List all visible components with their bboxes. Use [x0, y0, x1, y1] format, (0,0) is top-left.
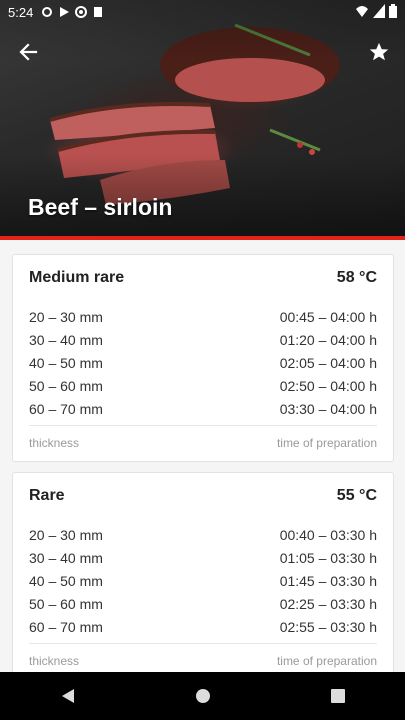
circle-home-icon: [195, 689, 210, 703]
thickness-value: 40 – 50 mm: [29, 355, 103, 371]
time-value: 02:55 – 03:30 h: [279, 619, 377, 635]
card-header: Medium rare 58 °C: [29, 269, 377, 287]
time-value: 01:20 – 04:00 h: [279, 332, 377, 348]
time-value: 02:25 – 03:30 h: [279, 596, 377, 612]
divider: [29, 425, 377, 426]
thickness-value: 30 – 40 mm: [29, 550, 103, 566]
thickness-value: 40 – 50 mm: [29, 573, 103, 589]
favorite-button[interactable]: [363, 36, 395, 68]
divider: [29, 643, 377, 644]
thickness-value: 50 – 60 mm: [29, 378, 103, 394]
battery-icon: [389, 4, 397, 18]
table-row: 60 – 70 mm 02:55 – 03:30 h: [29, 619, 377, 635]
preparation-list[interactable]: Medium rare 58 °C 20 – 30 mm 00:45 – 04:…: [0, 240, 405, 672]
time-label: time of preparation: [276, 436, 377, 450]
core-temperature: 58 °C: [336, 269, 377, 286]
thickness-value: 20 – 30 mm: [29, 309, 103, 325]
status-system-icons: [355, 4, 397, 18]
thickness-label: thickness: [29, 654, 80, 668]
thickness-label: thickness: [29, 436, 80, 450]
time-value: 00:40 – 03:30 h: [279, 527, 377, 543]
arrow-left-icon: [19, 43, 38, 61]
time-value: 01:05 – 03:30 h: [279, 550, 377, 566]
page-title: Beef – sirloin: [28, 194, 173, 220]
thickness-value: 60 – 70 mm: [29, 401, 103, 417]
card-footer: thickness time of preparation: [29, 436, 377, 450]
table-row: 60 – 70 mm 03:30 – 04:00 h: [29, 401, 377, 417]
time-value: 01:45 – 03:30 h: [279, 573, 377, 589]
table-row: 40 – 50 mm 02:05 – 04:00 h: [29, 355, 377, 371]
table-row: 30 – 40 mm 01:05 – 03:30 h: [29, 550, 377, 566]
status-bar: 5:24: [0, 0, 405, 24]
thickness-value: 60 – 70 mm: [29, 619, 103, 635]
nav-back-button[interactable]: [48, 676, 88, 716]
sd-card-icon: [94, 7, 103, 17]
table-row: 50 – 60 mm 02:50 – 04:00 h: [29, 378, 377, 394]
thickness-value: 30 – 40 mm: [29, 332, 103, 348]
table-row: 20 – 30 mm 00:45 – 04:00 h: [29, 309, 377, 325]
table-row: 30 – 40 mm 01:20 – 04:00 h: [29, 332, 377, 348]
doneness-card-rare: Rare 55 °C 20 – 30 mm 00:40 – 03:30 h 30…: [12, 472, 394, 672]
status-time: 5:24: [8, 4, 34, 20]
triangle-back-icon: [61, 689, 74, 703]
status-notification-icons: [41, 6, 104, 18]
time-label: time of preparation: [276, 654, 377, 668]
core-temperature: 55 °C: [336, 487, 377, 504]
signal-icon: [373, 4, 385, 18]
thickness-value: 20 – 30 mm: [29, 527, 103, 543]
nav-home-button[interactable]: [183, 676, 223, 716]
back-button[interactable]: [12, 36, 44, 68]
doneness-title: Rare: [29, 487, 65, 504]
record-icon: [75, 6, 88, 18]
play-icon: [60, 7, 70, 17]
doneness-card-medium-rare: Medium rare 58 °C 20 – 30 mm 00:45 – 04:…: [12, 254, 394, 462]
time-value: 02:50 – 04:00 h: [279, 378, 377, 394]
system-navigation-bar: [0, 672, 405, 720]
table-row: 50 – 60 mm 02:25 – 03:30 h: [29, 596, 377, 612]
doneness-title: Medium rare: [29, 269, 125, 286]
table-row: 40 – 50 mm 01:45 – 03:30 h: [29, 573, 377, 589]
wifi-icon: [356, 6, 368, 17]
square-recents-icon: [330, 689, 345, 703]
nav-recents-button[interactable]: [318, 676, 358, 716]
time-value: 03:30 – 04:00 h: [279, 401, 377, 417]
time-value: 02:05 – 04:00 h: [279, 355, 377, 371]
card-header: Rare 55 °C: [29, 487, 377, 505]
card-footer: thickness time of preparation: [29, 654, 377, 668]
thickness-value: 50 – 60 mm: [29, 596, 103, 612]
time-value: 00:45 – 04:00 h: [279, 309, 377, 325]
table-row: 20 – 30 mm 00:40 – 03:30 h: [29, 527, 377, 543]
star-icon: [369, 42, 389, 61]
settings-icon: [42, 7, 53, 17]
